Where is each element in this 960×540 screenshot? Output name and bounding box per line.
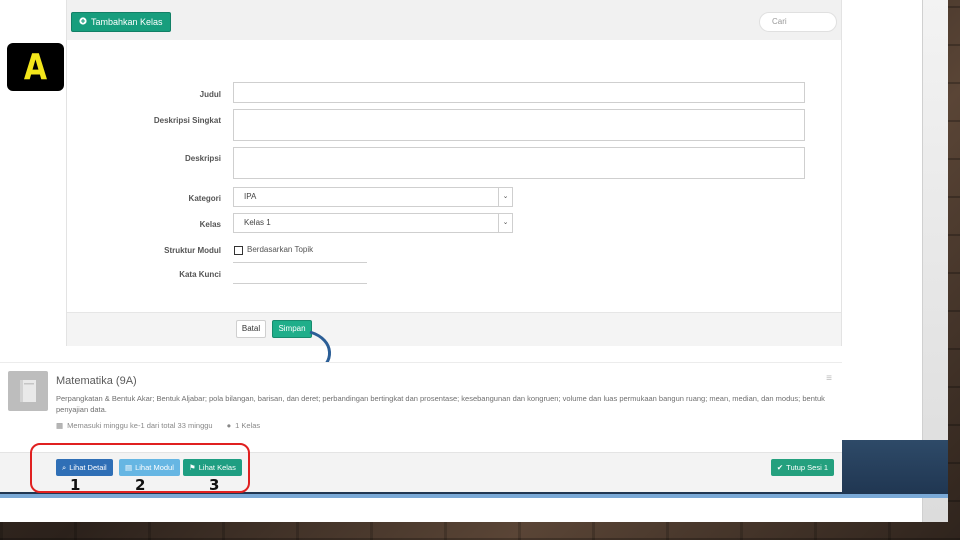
form-footer: Batal Simpan [67,312,841,346]
chevron-down-icon: ⌄ [498,188,512,206]
description-label: Deskripsi [184,154,221,163]
category-select[interactable]: IPA ⌄ [233,187,513,207]
user-icon: ● [226,421,232,430]
calendar-icon: ▦ [56,421,64,430]
add-class-button[interactable]: Tambahkan Kelas [71,12,171,32]
number-label-2: 2 [135,476,146,494]
hamburger-icon[interactable]: ≡ [826,373,832,384]
book-thumb-icon [8,371,48,411]
meta-weeks: ▦ Memasuki minggu ke-1 dari total 33 min… [56,421,213,430]
keywords-label: Kata Kunci [179,270,221,279]
number-label-1: 1 [70,476,81,494]
class-description: Perpangkatan & Bentuk Akar; Bentuk Aljab… [56,394,825,414]
class-label: Kelas [199,220,221,229]
plus-circle-icon [79,12,87,32]
category-label: Kategori [188,194,221,203]
class-meta: ▦ Memasuki minggu ke-1 dari total 33 min… [56,421,260,430]
blue-band-accent [0,494,948,498]
class-title[interactable]: Matematika (9A) [56,375,137,387]
chevron-down-icon: ⌄ [498,214,512,232]
panel-toolbar: Tambahkan Kelas Cari [67,0,841,40]
topic-checkbox-label: Berdasarkan Topik [247,245,314,254]
short-description-label: Deskripsi Singkat [153,116,221,125]
meta-weeks-text: Memasuki minggu ke-1 dari total 33 mingg… [67,421,213,430]
title-label: Judul [199,90,221,99]
cancel-button[interactable]: Batal [236,320,266,338]
class-select[interactable]: Kelas 1 ⌄ [233,213,513,233]
annotation-letter: A [23,46,48,88]
topic-checkbox[interactable] [234,246,243,255]
keywords-input[interactable] [233,283,367,284]
class-value: Kelas 1 [244,218,271,227]
module-structure-line [233,262,367,263]
class-form-panel: Tambahkan Kelas Cari Judul Deskripsi Sin… [66,0,842,346]
close-semester-button[interactable]: ✔ Tutup Sesi 1 [770,459,834,476]
meta-class-count: ● 1 Kelas [227,421,261,430]
annotation-label-a: A [7,43,64,91]
category-value: IPA [244,192,257,201]
meta-class-text: 1 Kelas [235,421,261,430]
class-card-body: Matematika (9A) ≡ Perpangkatan & Bentuk … [0,362,842,452]
close-semester-label: Tutup Sesi 1 [786,463,828,472]
short-description-input[interactable] [233,109,805,141]
check-circle-icon: ✔ [776,463,784,472]
description-input[interactable] [233,147,805,179]
module-structure-label: Struktur Modul [164,246,221,255]
add-class-label: Tambahkan Kelas [91,17,163,27]
title-input[interactable] [233,82,805,103]
search-input[interactable]: Cari [759,12,837,32]
form-body: Judul Deskripsi Singkat Deskripsi Katego… [67,40,841,312]
number-label-3: 3 [209,476,220,494]
